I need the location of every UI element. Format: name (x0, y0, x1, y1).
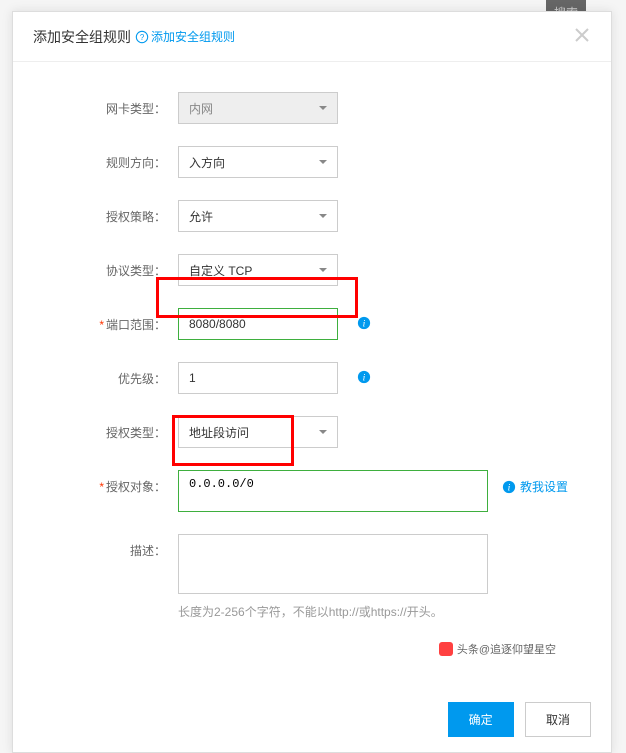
modal-body: 网卡类型： 内网 规则方向： 入方向 授权策略： 允许 协议类型： 自定义 TC… (13, 62, 611, 702)
label-direction: 规则方向： (33, 146, 178, 171)
modal-header: 添加安全组规则 ? 添加安全组规则 (13, 12, 611, 62)
help-link[interactable]: ? 添加安全组规则 (135, 28, 235, 45)
cancel-button[interactable]: 取消 (525, 702, 591, 737)
label-auth-obj: *授权对象： (33, 470, 178, 495)
teach-link[interactable]: i 教我设置 (502, 470, 568, 495)
textarea-desc[interactable] (178, 534, 488, 594)
select-policy[interactable]: 允许 (178, 200, 338, 232)
close-button[interactable] (573, 26, 591, 47)
row-desc: 描述： 长度为2-256个字符，不能以http://或https://开头。 (33, 534, 591, 620)
desc-hint: 长度为2-256个字符，不能以http://或https://开头。 (178, 603, 488, 620)
help-text: 添加安全组规则 (151, 28, 235, 45)
svg-text:i: i (363, 373, 366, 384)
svg-text:i: i (363, 319, 366, 330)
info-icon-priority[interactable]: i (357, 370, 371, 387)
info-icon-port[interactable]: i (357, 316, 371, 333)
label-port-range: *端口范围： (33, 308, 178, 333)
select-auth-type[interactable]: 地址段访问 (178, 416, 338, 448)
help-circle-icon: ? (135, 30, 149, 44)
select-protocol[interactable]: 自定义 TCP (178, 254, 338, 286)
label-nic-type: 网卡类型： (33, 92, 178, 117)
row-direction: 规则方向： 入方向 (33, 146, 591, 178)
row-priority: 优先级： i (33, 362, 591, 394)
label-protocol: 协议类型： (33, 254, 178, 279)
label-auth-type: 授权类型： (33, 416, 178, 441)
info-circle-icon: i (502, 480, 516, 494)
label-desc: 描述： (33, 534, 178, 559)
modal-title: 添加安全组规则 (33, 27, 131, 47)
select-nic-type: 内网 (178, 92, 338, 124)
row-auth-type: 授权类型： 地址段访问 (33, 416, 591, 448)
row-policy: 授权策略： 允许 (33, 200, 591, 232)
row-nic-type: 网卡类型： 内网 (33, 92, 591, 124)
ok-button[interactable]: 确定 (448, 702, 514, 737)
row-port-range: *端口范围： i (33, 308, 591, 340)
watermark: 头条@追逐仰望星空 (429, 639, 566, 659)
close-icon (573, 26, 591, 44)
svg-text:?: ? (140, 33, 145, 42)
textarea-auth-obj[interactable]: 0.0.0.0/0 (178, 470, 488, 512)
modal-footer: 确定 取消 (13, 702, 611, 752)
svg-text:i: i (508, 482, 511, 493)
select-direction[interactable]: 入方向 (178, 146, 338, 178)
row-protocol: 协议类型： 自定义 TCP (33, 254, 591, 286)
input-priority[interactable] (178, 362, 338, 394)
label-priority: 优先级： (33, 362, 178, 387)
input-port-range[interactable] (178, 308, 338, 340)
row-auth-obj: *授权对象： 0.0.0.0/0 i 教我设置 (33, 470, 591, 512)
label-policy: 授权策略： (33, 200, 178, 225)
